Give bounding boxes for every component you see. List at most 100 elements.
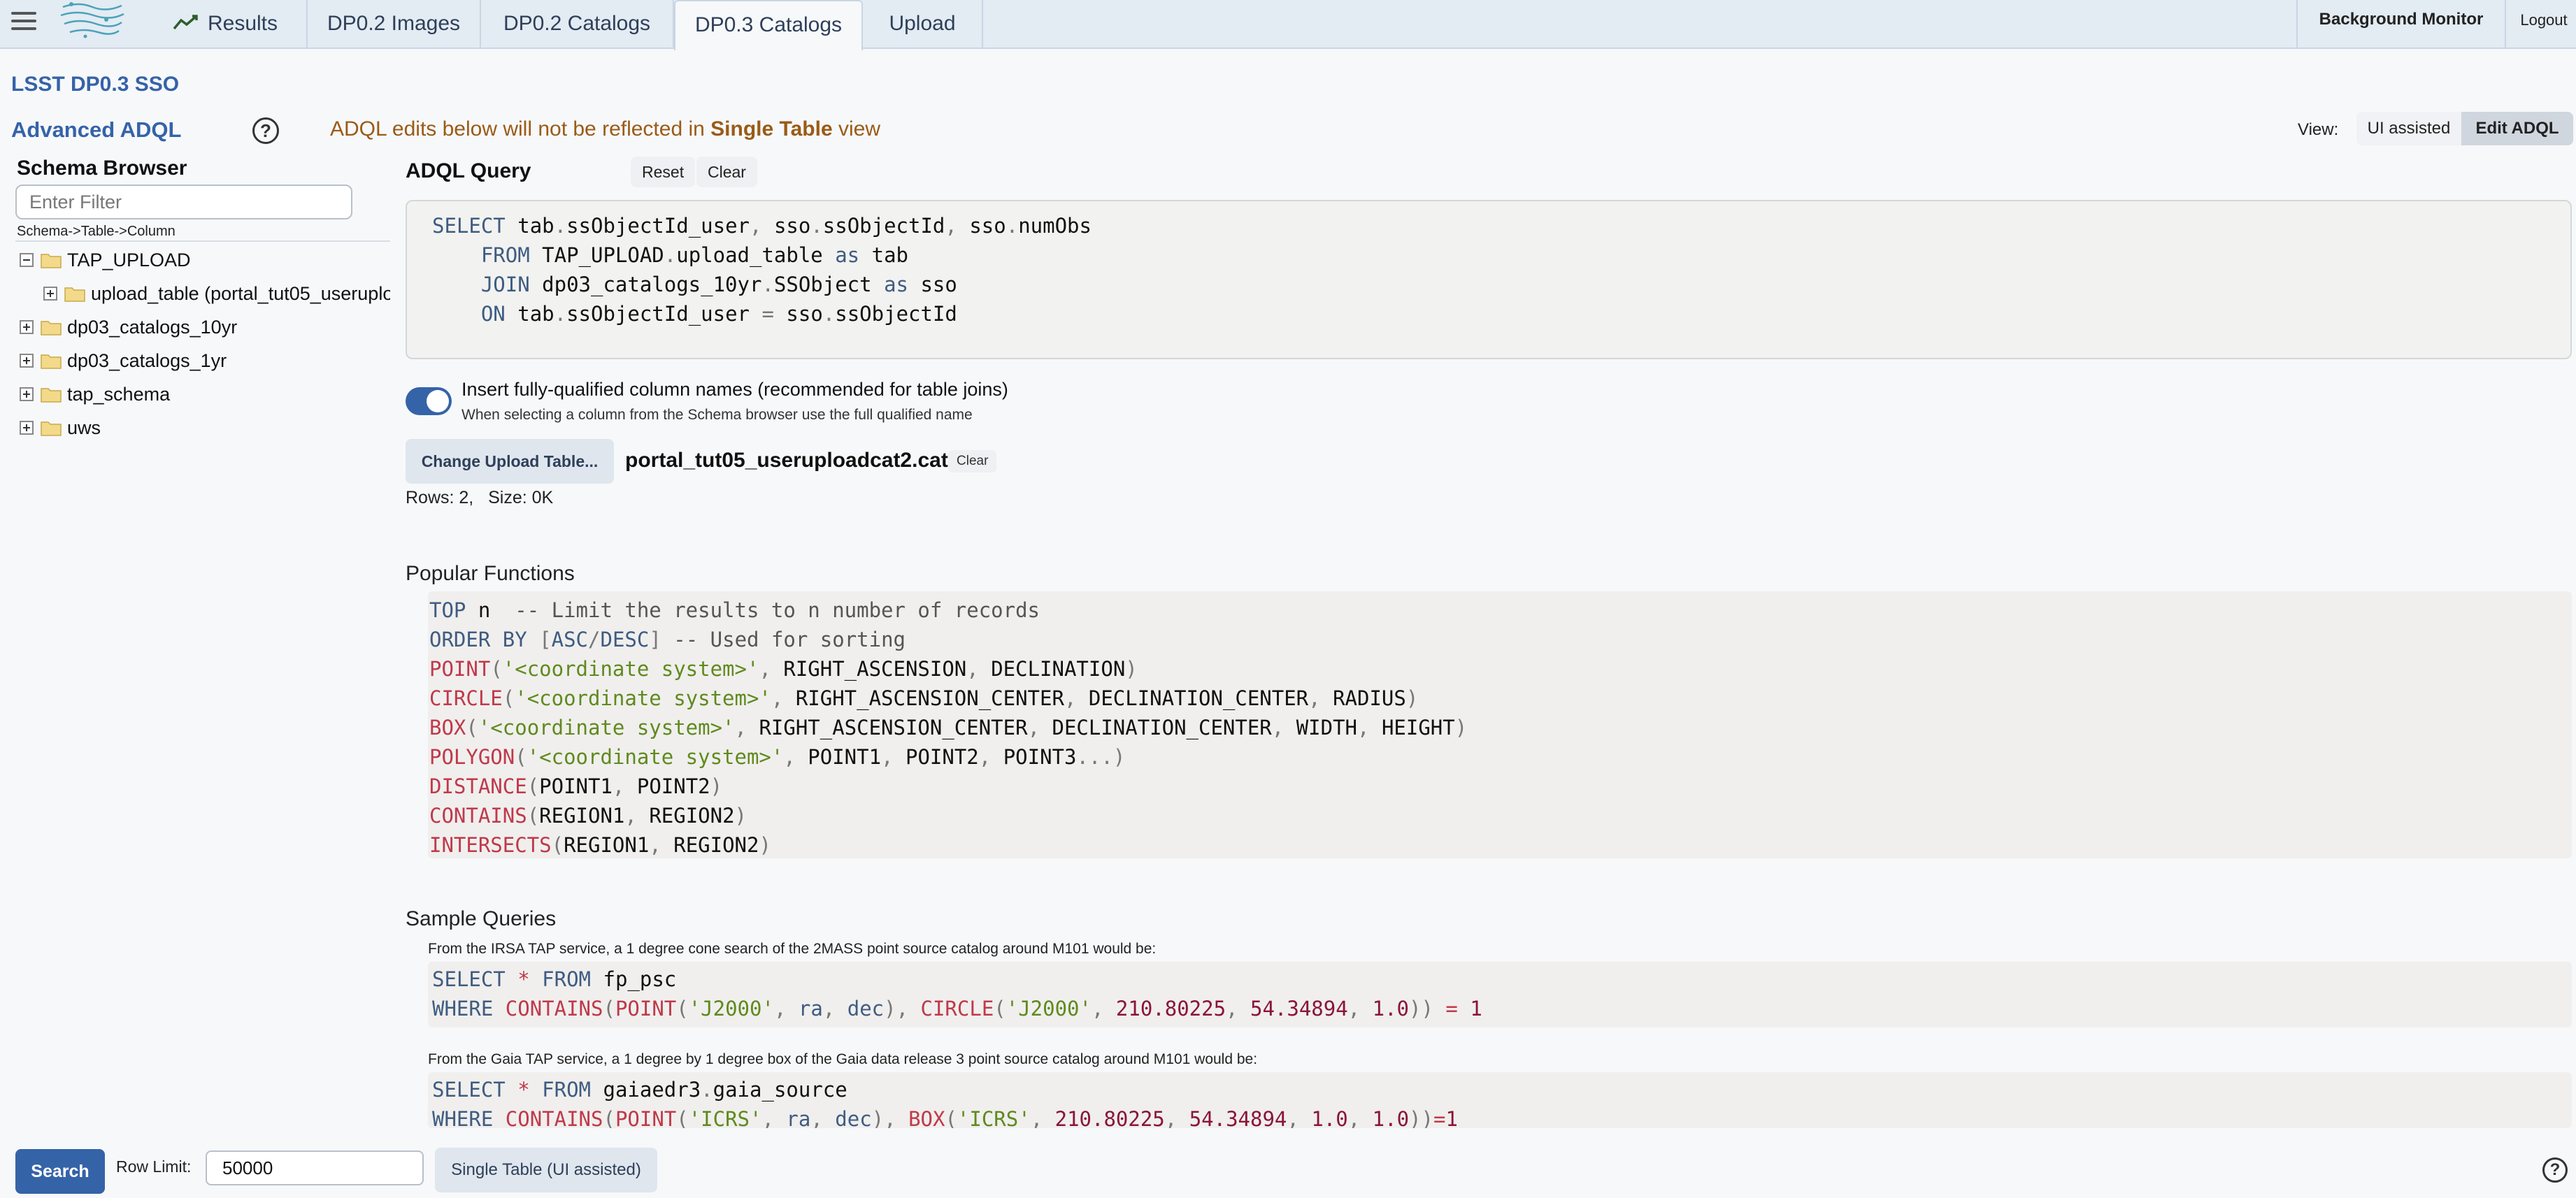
sql-token: ra — [786, 1107, 811, 1128]
tree-node-uws[interactable]: uws — [20, 414, 390, 442]
sql-number: 210.80225 — [1115, 997, 1226, 1020]
warning-suffix: view — [832, 117, 881, 140]
sql-comment: -- Used for sorting — [673, 628, 906, 651]
sql-token: POINT1 — [539, 774, 613, 798]
sql-number: 54.34894 — [1250, 997, 1348, 1020]
sql-keyword: FROM — [542, 967, 592, 991]
view-ui-assisted-toggle[interactable]: UI assisted — [2356, 112, 2461, 145]
upload-clear-button[interactable]: Clear — [948, 450, 997, 472]
help-icon[interactable]: ? — [252, 117, 279, 144]
sql-token: HEIGHT — [1381, 716, 1455, 739]
top-nav-bar: Results DP0.2 Images DP0.2 Catalogs DP0.… — [0, 0, 2576, 50]
row-limit-input[interactable] — [206, 1150, 424, 1185]
tab-dp03-catalogs[interactable]: DP0.3 Catalogs — [674, 0, 863, 50]
sample-query-2[interactable]: SELECT * FROM gaiaedr3.gaia_source WHERE… — [428, 1072, 2572, 1128]
sql-token: ra — [798, 997, 823, 1020]
view-label: View: — [2298, 120, 2339, 139]
tab-upload[interactable]: Upload — [863, 0, 983, 49]
sql-function: POLYGON — [429, 745, 515, 769]
qualified-names-toggle[interactable] — [406, 387, 452, 415]
popular-functions-list: TOP n -- Limit the results to n number o… — [428, 591, 2572, 858]
sql-string: 'J2000' — [1006, 997, 1092, 1020]
sql-keyword: FROM — [480, 243, 530, 267]
app-logo — [60, 2, 124, 38]
edit-warning: ADQL edits below will not be reflected i… — [330, 117, 880, 141]
sql-token: DECLINATION — [991, 657, 1126, 681]
qualified-names-label: Insert fully-qualified column names (rec… — [461, 379, 1008, 400]
tree-node-upload-table[interactable]: upload_table (portal_tut05_useruploadcat… — [43, 280, 390, 308]
sql-token: tab — [871, 243, 908, 267]
background-monitor-button[interactable]: Background Monitor — [2296, 0, 2506, 49]
sql-operator: * — [517, 1078, 530, 1102]
sql-keyword: SELECT — [432, 1078, 506, 1102]
sql-function: CONTAINS — [429, 804, 527, 828]
search-button[interactable]: Search — [15, 1149, 105, 1194]
sql-token: numObs — [1018, 214, 1092, 238]
folder-icon — [41, 254, 62, 268]
sql-token: REGION1 — [564, 833, 650, 857]
sql-keyword: as — [884, 273, 908, 296]
sql-string: '<coordinate system>' — [478, 716, 735, 739]
sql-token: ssObjectId — [835, 302, 957, 326]
sql-operator: = — [761, 302, 774, 326]
tree-node-dp03-catalogs-1yr[interactable]: dp03_catalogs_1yr — [20, 347, 390, 375]
sql-number: 1.0 — [1311, 1107, 1348, 1128]
upload-rows-info: Rows: 2, Size: 0K — [406, 488, 554, 507]
sql-token: ssObjectId_user — [566, 302, 750, 326]
tree-node-label: uws — [67, 417, 101, 438]
tab-dp02-catalogs[interactable]: DP0.2 Catalogs — [481, 0, 674, 49]
tree-node-tap-schema[interactable]: tap_schema — [20, 380, 390, 408]
view-edit-adql-toggle[interactable]: Edit ADQL — [2461, 112, 2573, 145]
sql-keyword: TOP — [429, 598, 466, 622]
tab-results[interactable]: Results — [144, 0, 308, 49]
sql-token: POINT2 — [905, 745, 979, 769]
tab-results-label: Results — [207, 12, 278, 35]
service-title: LSST DP0.3 SSO — [11, 73, 180, 96]
sql-keyword: DESC — [600, 628, 650, 651]
tree-node-tap-upload[interactable]: TAP_UPLOAD — [20, 246, 390, 274]
expand-icon[interactable] — [20, 354, 34, 368]
tree-node-dp03-catalogs-10yr[interactable]: dp03_catalogs_10yr — [20, 313, 390, 341]
adql-query-editor[interactable]: SELECT tab.ssObjectId_user, sso.ssObject… — [406, 200, 2572, 359]
sample-query-1[interactable]: SELECT * FROM fp_psc WHERE CONTAINS(POIN… — [428, 962, 2572, 1027]
sql-token: dp03_catalogs_10yr — [542, 273, 762, 296]
help-icon[interactable]: ? — [2542, 1157, 2568, 1183]
sql-keyword: ON — [480, 302, 506, 326]
advanced-adql-title: Advanced ADQL — [11, 117, 182, 142]
sql-number: 1 — [1470, 997, 1482, 1020]
sql-keyword: WHERE — [432, 1107, 494, 1128]
sql-function: BOX — [908, 1107, 945, 1128]
sql-token: gaiaedr3 — [603, 1078, 701, 1102]
schema-filter-input[interactable] — [15, 185, 352, 219]
sql-string: '<coordinate system>' — [527, 745, 784, 769]
expand-icon[interactable] — [20, 320, 34, 334]
expand-icon[interactable] — [43, 287, 57, 301]
divider — [15, 240, 390, 242]
expand-icon[interactable] — [20, 387, 34, 401]
expand-icon[interactable] — [20, 421, 34, 435]
sql-keyword: SELECT — [432, 967, 506, 991]
collapse-icon[interactable] — [20, 253, 34, 267]
change-upload-table-button[interactable]: Change Upload Table... — [406, 439, 614, 484]
single-table-button[interactable]: Single Table (UI assisted) — [435, 1148, 657, 1192]
sql-token: REGION1 — [539, 804, 625, 828]
sql-function: CONTAINS — [505, 1107, 603, 1128]
popular-functions-title: Popular Functions — [406, 562, 575, 585]
sql-token: RIGHT_ASCENSION — [783, 657, 967, 681]
sample-queries-title: Sample Queries — [406, 907, 557, 930]
sql-operator: = — [1433, 1107, 1446, 1128]
clear-button[interactable]: Clear — [696, 157, 757, 187]
sql-token: POINT1 — [808, 745, 882, 769]
sql-number: 1.0 — [1372, 1107, 1410, 1128]
menu-icon[interactable] — [11, 8, 36, 34]
tree-node-label: TAP_UPLOAD — [67, 249, 191, 270]
reset-button[interactable]: Reset — [631, 157, 696, 187]
sql-number: 54.34894 — [1189, 1107, 1287, 1128]
logout-button[interactable]: Logout — [2516, 0, 2572, 49]
sql-string: 'ICRS' — [957, 1107, 1031, 1128]
sql-token: WIDTH — [1296, 716, 1358, 739]
tab-dp02-images[interactable]: DP0.2 Images — [308, 0, 481, 49]
sql-string: '<coordinate system>' — [502, 657, 759, 681]
sql-token: gaia_source — [713, 1078, 847, 1102]
sql-keyword: as — [835, 243, 860, 267]
